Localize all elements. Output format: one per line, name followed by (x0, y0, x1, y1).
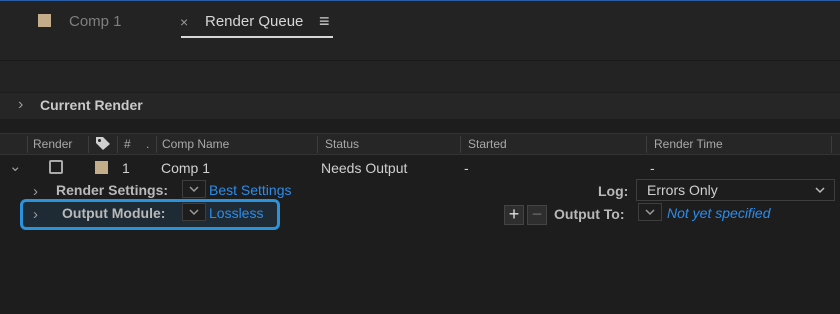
column-started[interactable]: Started (468, 134, 507, 156)
column-divider (460, 136, 461, 153)
render-toolbar (0, 42, 840, 92)
column-divider (117, 136, 118, 153)
render-settings-dropdown[interactable] (182, 180, 206, 198)
divider (0, 60, 840, 61)
column-divider (831, 136, 832, 153)
queue-column-header: Render # . Comp Name Status Started Rend… (0, 133, 840, 155)
column-divider (317, 136, 318, 153)
column-divider (646, 136, 647, 153)
output-to-value[interactable]: Not yet specified (667, 205, 771, 221)
log-dropdown[interactable]: Errors Only (636, 179, 835, 201)
log-value: Errors Only (647, 182, 718, 198)
chevron-right-icon[interactable]: › (33, 206, 38, 223)
column-divider (156, 136, 157, 153)
output-module-label: Output Module: (62, 205, 166, 221)
close-tab-icon[interactable]: × (180, 14, 188, 30)
comp-label-color-icon[interactable] (95, 161, 108, 174)
column-divider (88, 136, 89, 153)
queue-item-row[interactable]: ⌄ 1 Comp 1 Needs Output - - (0, 156, 840, 180)
remove-output-module-button[interactable]: − (527, 205, 547, 225)
tab-render-queue[interactable]: Render Queue (205, 13, 303, 30)
column-number[interactable]: # (124, 134, 131, 156)
current-render-label: Current Render (40, 97, 143, 113)
column-render[interactable]: Render (33, 134, 72, 156)
chevron-right-icon[interactable]: › (18, 96, 23, 114)
add-output-module-button[interactable]: + (504, 205, 524, 225)
output-module-value[interactable]: Lossless (209, 205, 263, 221)
output-module-dropdown[interactable] (182, 203, 206, 221)
row-render-time: - (650, 160, 655, 176)
render-checkbox[interactable] (49, 160, 63, 174)
panel-tab-bar: Comp 1 × Render Queue ≡ (0, 0, 840, 42)
render-settings-value[interactable]: Best Settings (209, 182, 292, 198)
label-tag-icon[interactable] (95, 136, 110, 150)
column-status[interactable]: Status (325, 134, 359, 156)
row-status: Needs Output (321, 160, 408, 176)
column-dot[interactable]: . (146, 134, 149, 156)
output-to-dropdown[interactable] (638, 203, 662, 221)
chevron-down-icon (813, 183, 827, 200)
output-to-label: Output To: (554, 206, 625, 222)
render-settings-label: Render Settings: (56, 182, 169, 198)
row-started: - (464, 160, 469, 176)
row-comp-name: Comp 1 (161, 160, 211, 176)
active-tab-indicator (181, 36, 333, 38)
comp-label-color-icon (38, 14, 51, 27)
log-label: Log: (598, 183, 629, 199)
column-comp-name[interactable]: Comp Name (162, 134, 229, 156)
chevron-right-icon[interactable]: › (33, 183, 38, 200)
tab-comp1[interactable]: Comp 1 (69, 13, 122, 30)
column-render-time[interactable]: Render Time (654, 134, 723, 156)
column-divider (27, 136, 28, 153)
row-number: 1 (122, 160, 130, 176)
chevron-down-icon[interactable]: ⌄ (9, 157, 22, 175)
panel-menu-icon[interactable]: ≡ (319, 11, 330, 32)
current-render-section[interactable]: › Current Render (0, 93, 840, 119)
